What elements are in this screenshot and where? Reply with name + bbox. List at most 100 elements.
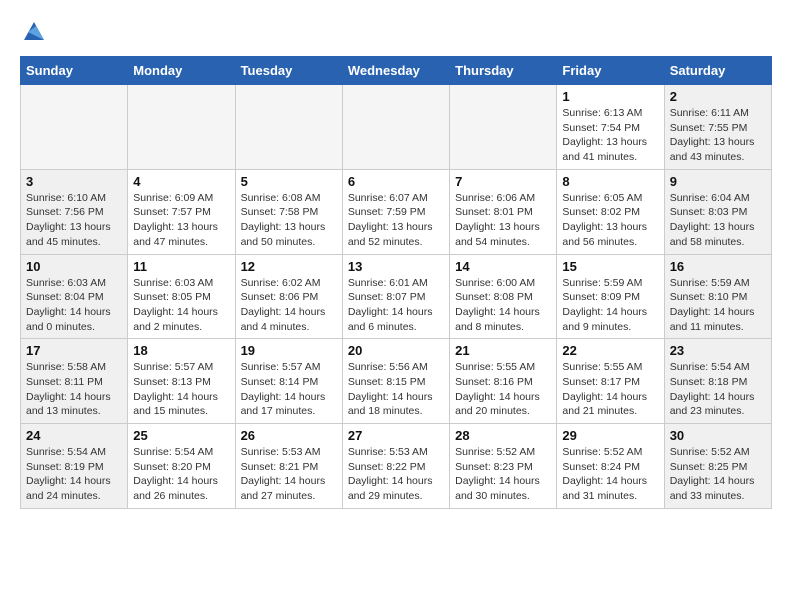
cell-info: Sunrise: 5:57 AM Sunset: 8:14 PM Dayligh…	[241, 360, 337, 419]
calendar-container: SundayMondayTuesdayWednesdayThursdayFrid…	[0, 56, 792, 519]
day-number: 24	[26, 428, 122, 443]
day-number: 16	[670, 259, 766, 274]
calendar-cell: 10Sunrise: 6:03 AM Sunset: 8:04 PM Dayli…	[21, 254, 128, 339]
day-number: 22	[562, 343, 658, 358]
column-header-monday: Monday	[128, 57, 235, 85]
day-number: 4	[133, 174, 229, 189]
day-number: 9	[670, 174, 766, 189]
day-number: 11	[133, 259, 229, 274]
cell-info: Sunrise: 6:08 AM Sunset: 7:58 PM Dayligh…	[241, 191, 337, 250]
cell-info: Sunrise: 6:10 AM Sunset: 7:56 PM Dayligh…	[26, 191, 122, 250]
day-number: 25	[133, 428, 229, 443]
day-number: 29	[562, 428, 658, 443]
cell-info: Sunrise: 5:56 AM Sunset: 8:15 PM Dayligh…	[348, 360, 444, 419]
calendar-cell: 22 Sunrise: 5:55 AM Sunset: 8:17 PM Dayli…	[557, 339, 664, 424]
calendar-cell	[342, 85, 449, 170]
day-number: 5	[241, 174, 337, 189]
cell-info: Sunrise: 5:52 AM Sunset: 8:25 PM Dayligh…	[670, 445, 766, 504]
week-row-5: 24Sunrise: 5:54 AM Sunset: 8:19 PM Dayli…	[21, 424, 772, 509]
cell-info: Sunrise: 6:02 AM Sunset: 8:06 PM Dayligh…	[241, 276, 337, 335]
day-number: 28	[455, 428, 551, 443]
calendar-cell: 28 Sunrise: 5:52 AM Sunset: 8:23 PM Dayli…	[450, 424, 557, 509]
day-number: 21	[455, 343, 551, 358]
week-row-1: 1 Sunrise: 6:13 AM Sunset: 7:54 PM Daylig…	[21, 85, 772, 170]
day-number: 1	[562, 89, 658, 104]
calendar-cell	[235, 85, 342, 170]
calendar-cell: 19 Sunrise: 5:57 AM Sunset: 8:14 PM Dayli…	[235, 339, 342, 424]
calendar-cell: 27Sunrise: 5:53 AM Sunset: 8:22 PM Dayli…	[342, 424, 449, 509]
calendar-body: 1 Sunrise: 6:13 AM Sunset: 7:54 PM Daylig…	[21, 85, 772, 509]
calendar-cell: 7 Sunrise: 6:06 AM Sunset: 8:01 PM Daylig…	[450, 169, 557, 254]
cell-info: Sunrise: 5:52 AM Sunset: 8:24 PM Dayligh…	[562, 445, 658, 504]
cell-info: Sunrise: 5:59 AM Sunset: 8:10 PM Dayligh…	[670, 276, 766, 335]
calendar-cell: 5 Sunrise: 6:08 AM Sunset: 7:58 PM Daylig…	[235, 169, 342, 254]
day-number: 2	[670, 89, 766, 104]
calendar-cell: 21Sunrise: 5:55 AM Sunset: 8:16 PM Dayli…	[450, 339, 557, 424]
calendar-table: SundayMondayTuesdayWednesdayThursdayFrid…	[20, 56, 772, 509]
day-number: 8	[562, 174, 658, 189]
day-number: 27	[348, 428, 444, 443]
day-number: 26	[241, 428, 337, 443]
calendar-cell: 14 Sunrise: 6:00 AM Sunset: 8:08 PM Dayli…	[450, 254, 557, 339]
calendar-header: SundayMondayTuesdayWednesdayThursdayFrid…	[21, 57, 772, 85]
cell-info: Sunrise: 6:11 AM Sunset: 7:55 PM Dayligh…	[670, 106, 766, 165]
calendar-cell: 17 Sunrise: 5:58 AM Sunset: 8:11 PM Dayli…	[21, 339, 128, 424]
calendar-cell	[21, 85, 128, 170]
cell-info: Sunrise: 6:00 AM Sunset: 8:08 PM Dayligh…	[455, 276, 551, 335]
column-header-saturday: Saturday	[664, 57, 771, 85]
cell-info: Sunrise: 5:52 AM Sunset: 8:23 PM Dayligh…	[455, 445, 551, 504]
calendar-cell: 16 Sunrise: 5:59 AM Sunset: 8:10 PM Dayli…	[664, 254, 771, 339]
calendar-cell: 30 Sunrise: 5:52 AM Sunset: 8:25 PM Dayli…	[664, 424, 771, 509]
calendar-cell	[128, 85, 235, 170]
cell-info: Sunrise: 6:07 AM Sunset: 7:59 PM Dayligh…	[348, 191, 444, 250]
day-number: 30	[670, 428, 766, 443]
calendar-cell: 9 Sunrise: 6:04 AM Sunset: 8:03 PM Daylig…	[664, 169, 771, 254]
calendar-cell: 2 Sunrise: 6:11 AM Sunset: 7:55 PM Daylig…	[664, 85, 771, 170]
cell-info: Sunrise: 6:13 AM Sunset: 7:54 PM Dayligh…	[562, 106, 658, 165]
column-header-friday: Friday	[557, 57, 664, 85]
week-row-4: 17 Sunrise: 5:58 AM Sunset: 8:11 PM Dayli…	[21, 339, 772, 424]
day-number: 12	[241, 259, 337, 274]
calendar-cell: 15 Sunrise: 5:59 AM Sunset: 8:09 PM Dayli…	[557, 254, 664, 339]
calendar-cell: 24Sunrise: 5:54 AM Sunset: 8:19 PM Dayli…	[21, 424, 128, 509]
cell-info: Sunrise: 5:55 AM Sunset: 8:17 PM Dayligh…	[562, 360, 658, 419]
cell-info: Sunrise: 6:04 AM Sunset: 8:03 PM Dayligh…	[670, 191, 766, 250]
logo	[20, 18, 50, 46]
day-number: 14	[455, 259, 551, 274]
week-row-2: 3 Sunrise: 6:10 AM Sunset: 7:56 PM Daylig…	[21, 169, 772, 254]
day-number: 7	[455, 174, 551, 189]
cell-info: Sunrise: 6:09 AM Sunset: 7:57 PM Dayligh…	[133, 191, 229, 250]
calendar-cell: 12 Sunrise: 6:02 AM Sunset: 8:06 PM Dayli…	[235, 254, 342, 339]
cell-info: Sunrise: 5:58 AM Sunset: 8:11 PM Dayligh…	[26, 360, 122, 419]
cell-info: Sunrise: 5:57 AM Sunset: 8:13 PM Dayligh…	[133, 360, 229, 419]
day-number: 20	[348, 343, 444, 358]
calendar-cell: 4 Sunrise: 6:09 AM Sunset: 7:57 PM Daylig…	[128, 169, 235, 254]
day-number: 15	[562, 259, 658, 274]
cell-info: Sunrise: 5:53 AM Sunset: 8:21 PM Dayligh…	[241, 445, 337, 504]
cell-info: Sunrise: 6:03 AM Sunset: 8:05 PM Dayligh…	[133, 276, 229, 335]
day-number: 17	[26, 343, 122, 358]
cell-info: Sunrise: 5:59 AM Sunset: 8:09 PM Dayligh…	[562, 276, 658, 335]
header-row: SundayMondayTuesdayWednesdayThursdayFrid…	[21, 57, 772, 85]
calendar-cell: 11 Sunrise: 6:03 AM Sunset: 8:05 PM Dayli…	[128, 254, 235, 339]
week-row-3: 10Sunrise: 6:03 AM Sunset: 8:04 PM Dayli…	[21, 254, 772, 339]
cell-info: Sunrise: 6:06 AM Sunset: 8:01 PM Dayligh…	[455, 191, 551, 250]
calendar-cell: 25 Sunrise: 5:54 AM Sunset: 8:20 PM Dayli…	[128, 424, 235, 509]
day-number: 19	[241, 343, 337, 358]
cell-info: Sunrise: 6:05 AM Sunset: 8:02 PM Dayligh…	[562, 191, 658, 250]
column-header-wednesday: Wednesday	[342, 57, 449, 85]
cell-info: Sunrise: 5:54 AM Sunset: 8:20 PM Dayligh…	[133, 445, 229, 504]
day-number: 6	[348, 174, 444, 189]
day-number: 23	[670, 343, 766, 358]
day-number: 10	[26, 259, 122, 274]
calendar-cell: 8 Sunrise: 6:05 AM Sunset: 8:02 PM Daylig…	[557, 169, 664, 254]
calendar-cell: 29 Sunrise: 5:52 AM Sunset: 8:24 PM Dayli…	[557, 424, 664, 509]
calendar-cell: 26 Sunrise: 5:53 AM Sunset: 8:21 PM Dayli…	[235, 424, 342, 509]
day-number: 3	[26, 174, 122, 189]
calendar-cell: 23 Sunrise: 5:54 AM Sunset: 8:18 PM Dayli…	[664, 339, 771, 424]
column-header-sunday: Sunday	[21, 57, 128, 85]
cell-info: Sunrise: 5:54 AM Sunset: 8:18 PM Dayligh…	[670, 360, 766, 419]
calendar-cell: 18Sunrise: 5:57 AM Sunset: 8:13 PM Dayli…	[128, 339, 235, 424]
column-header-thursday: Thursday	[450, 57, 557, 85]
calendar-cell	[450, 85, 557, 170]
